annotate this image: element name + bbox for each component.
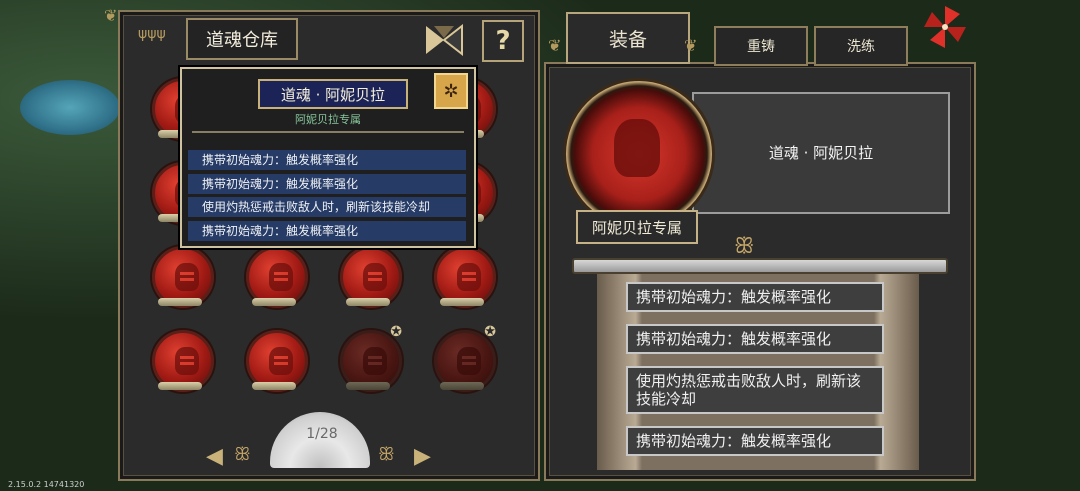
soul-slot[interactable] — [148, 244, 214, 308]
soul-slot[interactable]: ✪ — [430, 324, 496, 392]
effect-line: 携带初始魂力：触发概率强化 — [626, 324, 884, 354]
knot-ornament-icon: ꕥ — [378, 444, 395, 465]
pinwheel-icon[interactable] — [922, 4, 968, 50]
tooltip-effect: 携带初始魂力：触发概率强化 — [188, 221, 466, 241]
corner-ornament-icon: ❦ — [684, 36, 698, 55]
soul-tooltip: 道魂 · 阿妮贝拉 ✲ 阿妮贝拉专属 携带初始魂力：触发概率强化 携带初始魂力：… — [180, 67, 476, 248]
corner-ornament-icon: ❦ — [104, 6, 118, 25]
soul-pedestal — [346, 382, 390, 390]
effect-line: 使用灼热惩戒击败敌人时，刷新该技能冷却 — [626, 366, 884, 414]
item-name-frame: 道魂 · 阿妮贝拉 — [692, 92, 950, 214]
soul-slot[interactable] — [242, 244, 308, 308]
tab-equip[interactable]: 装备 — [566, 12, 690, 64]
soul-slot[interactable] — [430, 244, 496, 308]
corner-ornament-icon: ❦ — [548, 36, 562, 55]
next-page-button[interactable]: ▶ — [414, 444, 431, 469]
knot-ornament-icon: ꕥ — [234, 444, 251, 465]
soul-pedestal — [252, 298, 296, 306]
tooltip-divider — [192, 131, 464, 133]
version-label: 2.15.0.2 14741320 — [8, 480, 85, 489]
tooltip-effect: 使用灼热惩戒击败敌人时，刷新该技能冷却 — [188, 197, 466, 217]
effect-line: 携带初始魂力：触发概率强化 — [626, 282, 884, 312]
tooltip-name: 道魂 · 阿妮贝拉 — [258, 79, 408, 109]
help-button[interactable]: ? — [482, 20, 524, 62]
tab-reforge[interactable]: 重铸 — [714, 26, 808, 66]
tangram-icon[interactable] — [424, 24, 464, 56]
effect-line: 携带初始魂力：触发概率强化 — [626, 426, 884, 456]
panel-title: 道魂仓库 — [186, 18, 298, 60]
star-badge-icon: ✪ — [390, 324, 402, 340]
tooltip-effect: 携带初始魂力：触发概率强化 — [188, 174, 466, 194]
soul-slot[interactable] — [148, 328, 214, 392]
knot-ornament-icon: ꕥ — [734, 234, 755, 259]
soul-pedestal — [158, 382, 202, 390]
equipped-soul-icon — [563, 78, 715, 230]
soul-pedestal — [440, 298, 484, 306]
soul-pedestal — [346, 298, 390, 306]
soul-sigil-icon: ✲ — [434, 73, 468, 109]
soul-pedestal — [440, 382, 484, 390]
page-indicator: 1/28 — [306, 426, 338, 442]
soul-slot[interactable] — [242, 328, 308, 392]
soul-slot[interactable] — [336, 244, 402, 308]
soul-slot[interactable]: ✪ — [336, 324, 402, 392]
prev-page-button[interactable]: ◀ — [206, 444, 223, 469]
background-fountain — [20, 80, 120, 135]
exclusive-tag: 阿妮贝拉专属 — [576, 210, 698, 244]
soul-pedestal — [158, 298, 202, 306]
scroll-rod — [572, 258, 948, 274]
tab-refine[interactable]: 洗练 — [814, 26, 908, 66]
star-badge-icon: ✪ — [484, 324, 496, 340]
candles-icon: ψψψ — [138, 26, 166, 42]
tooltip-subtitle: 阿妮贝拉专属 — [295, 113, 361, 126]
soul-pedestal — [252, 382, 296, 390]
tooltip-effect: 携带初始魂力：触发概率强化 — [188, 150, 466, 170]
item-name: 道魂 · 阿妮贝拉 — [768, 144, 874, 162]
